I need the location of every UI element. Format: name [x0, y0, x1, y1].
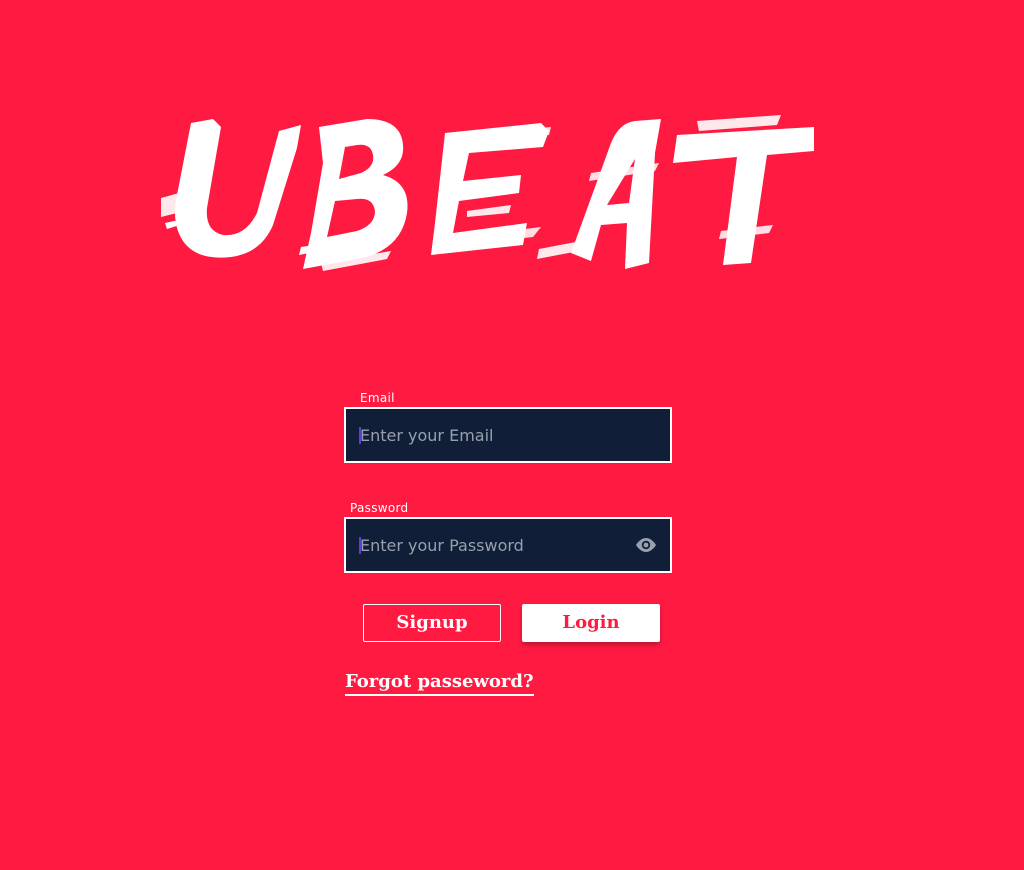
password-input[interactable]: [360, 519, 620, 571]
email-input[interactable]: [360, 409, 620, 461]
password-label: Password: [345, 501, 414, 524]
signup-button[interactable]: Signup: [363, 604, 501, 642]
eye-icon[interactable]: [634, 535, 658, 555]
email-field-container[interactable]: [344, 407, 672, 463]
password-field-container[interactable]: [344, 517, 672, 573]
ubeat-logo: [161, 113, 814, 278]
login-button[interactable]: Login: [522, 604, 660, 642]
forgot-password-link[interactable]: Forgot passeword?: [345, 671, 534, 696]
email-label: Email: [355, 391, 400, 414]
